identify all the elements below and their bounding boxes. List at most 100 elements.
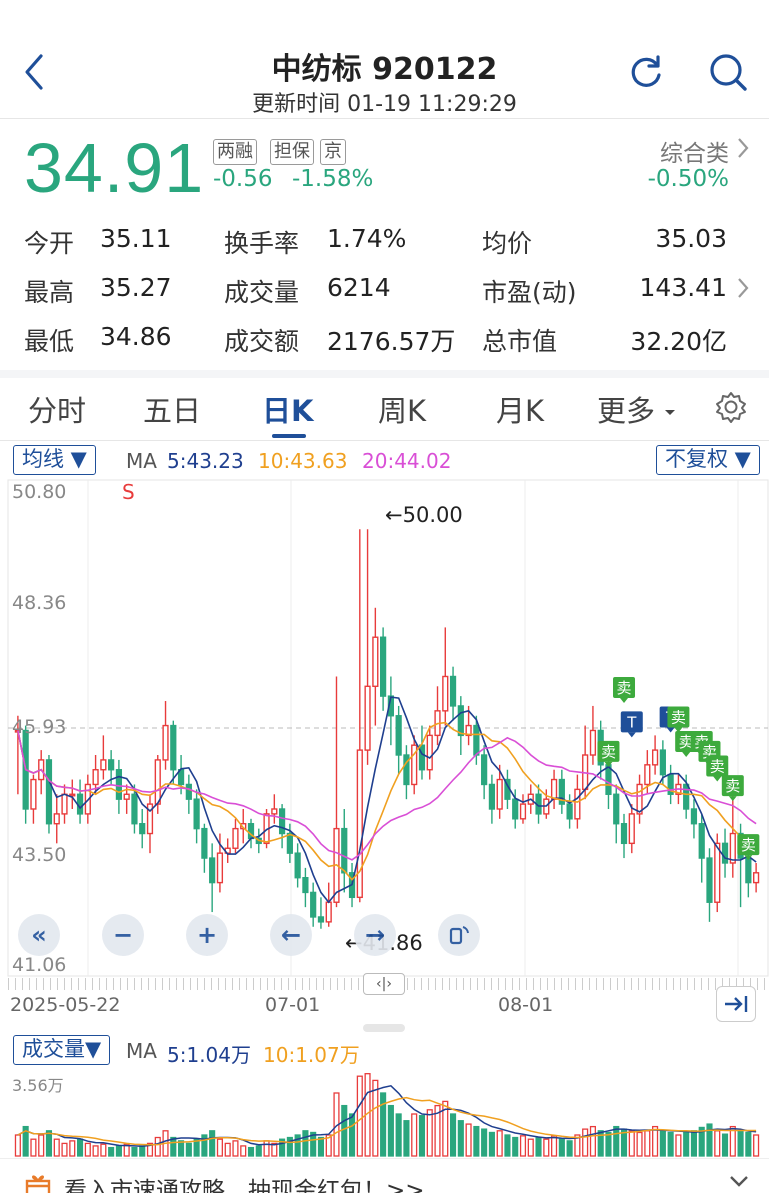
low-label: 最低 — [24, 327, 75, 356]
volume-bar — [449, 1113, 457, 1157]
timeline-handle[interactable]: ‹|› — [363, 973, 405, 995]
volume-selector[interactable]: 成交量▼ — [13, 1035, 111, 1065]
tag-collateral[interactable]: 担保 — [270, 139, 314, 165]
high-value: 35.27 — [100, 273, 172, 302]
tab-five-day[interactable]: 五日 — [143, 388, 201, 430]
ma-selector[interactable]: 均线 ▼ — [13, 445, 96, 475]
high-label: 最高 — [24, 278, 75, 307]
volume-chart[interactable] — [0, 1070, 769, 1158]
volume-bar — [683, 1131, 690, 1157]
volume-bar — [131, 1146, 138, 1157]
candle-up — [154, 759, 161, 805]
plus-icon: + — [196, 921, 218, 949]
active-tab-indicator — [272, 434, 306, 438]
volume-bar — [84, 1142, 91, 1157]
price-change-pct: -1.58% — [292, 166, 374, 192]
y-tick-2: 48.36 — [12, 592, 67, 614]
candle-down — [139, 823, 146, 835]
volume-bar — [714, 1130, 721, 1157]
chevron-down-icon[interactable] — [728, 1173, 750, 1189]
y-tick-bottom: 41.06 — [12, 954, 67, 976]
tab-monthly-k[interactable]: 月K — [496, 388, 544, 430]
candle-down — [170, 724, 177, 771]
refresh-icon — [631, 55, 661, 87]
tab-more[interactable]: 更多 — [597, 388, 655, 430]
candle-down — [721, 842, 729, 864]
volume-bar — [108, 1146, 115, 1157]
minus-icon: − — [112, 921, 134, 949]
volume-bar — [613, 1125, 620, 1157]
ma10-line — [17, 721, 757, 881]
vol-ma5-value: 5:1.04万 — [167, 1043, 251, 1067]
candle-down — [566, 803, 573, 820]
volume-bar — [232, 1140, 239, 1157]
volume-bar — [53, 1138, 60, 1157]
open-label: 今开 — [24, 229, 75, 258]
volume-bar — [690, 1130, 698, 1157]
volume-bar — [395, 1113, 402, 1157]
volume-bar — [535, 1136, 542, 1157]
volume-bar — [753, 1134, 760, 1157]
volume-bar — [216, 1138, 223, 1157]
pe-label[interactable]: 市盈(动) — [482, 273, 577, 309]
volume-label: 成交量 — [224, 278, 300, 307]
volume-bar — [255, 1145, 262, 1157]
volume-bar — [185, 1142, 192, 1157]
volume-bar — [426, 1109, 433, 1157]
pane-resize-handle[interactable] — [363, 1024, 405, 1032]
candle-down — [278, 808, 286, 835]
zoom-in-button[interactable]: + — [186, 914, 228, 956]
volume-bar — [566, 1140, 573, 1157]
pe-value[interactable]: 143.41 — [640, 273, 727, 302]
volume-bar — [170, 1136, 177, 1157]
pe-chevron-icon[interactable] — [736, 276, 750, 304]
promo-banner[interactable]: 看入市速通攻略，抽现金红包！>> — [0, 1158, 769, 1193]
settings-gear-icon[interactable] — [714, 390, 748, 428]
candle-up — [644, 764, 651, 786]
kline-chart[interactable]: T卖卖T卖卖卖卖卖卖卖 — [0, 478, 769, 978]
candle-down — [473, 724, 480, 756]
category-chevron-icon[interactable] — [736, 136, 750, 164]
volume-bar — [356, 1075, 363, 1157]
candle-up — [162, 724, 169, 761]
volume-bar — [589, 1125, 596, 1157]
category-name[interactable]: 综合类 — [660, 134, 729, 168]
volume-bar — [488, 1131, 495, 1157]
tab-intraday[interactable]: 分时 — [28, 388, 86, 430]
candle-down — [698, 823, 705, 859]
refresh-button[interactable] — [622, 48, 670, 96]
candle-down — [690, 808, 698, 825]
amount-value: 2176.57万 — [327, 327, 456, 356]
ma5-value: 5:43.23 — [167, 449, 244, 473]
tab-weekly-k[interactable]: 周K — [378, 388, 426, 430]
x-label-jul: 07-01 — [265, 994, 321, 1016]
arrow-left-icon: ← — [280, 921, 302, 949]
adjust-selector[interactable]: 不复权 ▼ — [656, 445, 760, 475]
candle-down — [294, 852, 301, 879]
candle-down — [418, 744, 426, 771]
pan-left-button[interactable]: ← — [270, 914, 312, 956]
tag-margin[interactable]: 两融 — [213, 139, 257, 165]
tag-exchange[interactable]: 京 — [320, 139, 346, 165]
volume-bar — [76, 1138, 84, 1157]
zoom-out-full-button[interactable]: « — [18, 914, 60, 956]
x-label-start: 2025-05-22 — [10, 994, 121, 1016]
volume-bar — [551, 1135, 558, 1157]
volume-value: 6214 — [327, 273, 391, 302]
tab-daily-k[interactable]: 日K — [262, 388, 313, 430]
rotate-icon — [449, 926, 469, 945]
sell-marker-text: 卖 — [617, 679, 632, 697]
volume-bar — [737, 1130, 744, 1157]
search-icon — [710, 54, 747, 91]
high-annotation: ←50.00 — [385, 503, 463, 527]
rotate-screen-button[interactable] — [438, 914, 480, 956]
dropdown-triangle-icon: ▼ — [85, 1037, 102, 1061]
adjust-selector-label: 不复权 — [665, 447, 728, 471]
volume-bar — [302, 1130, 309, 1157]
search-button[interactable] — [704, 48, 752, 96]
candle-up — [426, 734, 433, 771]
jump-to-latest-button[interactable] — [716, 986, 756, 1022]
zoom-out-button[interactable]: − — [102, 914, 144, 956]
candle-down — [659, 749, 666, 776]
pan-right-button[interactable]: → — [354, 914, 396, 956]
